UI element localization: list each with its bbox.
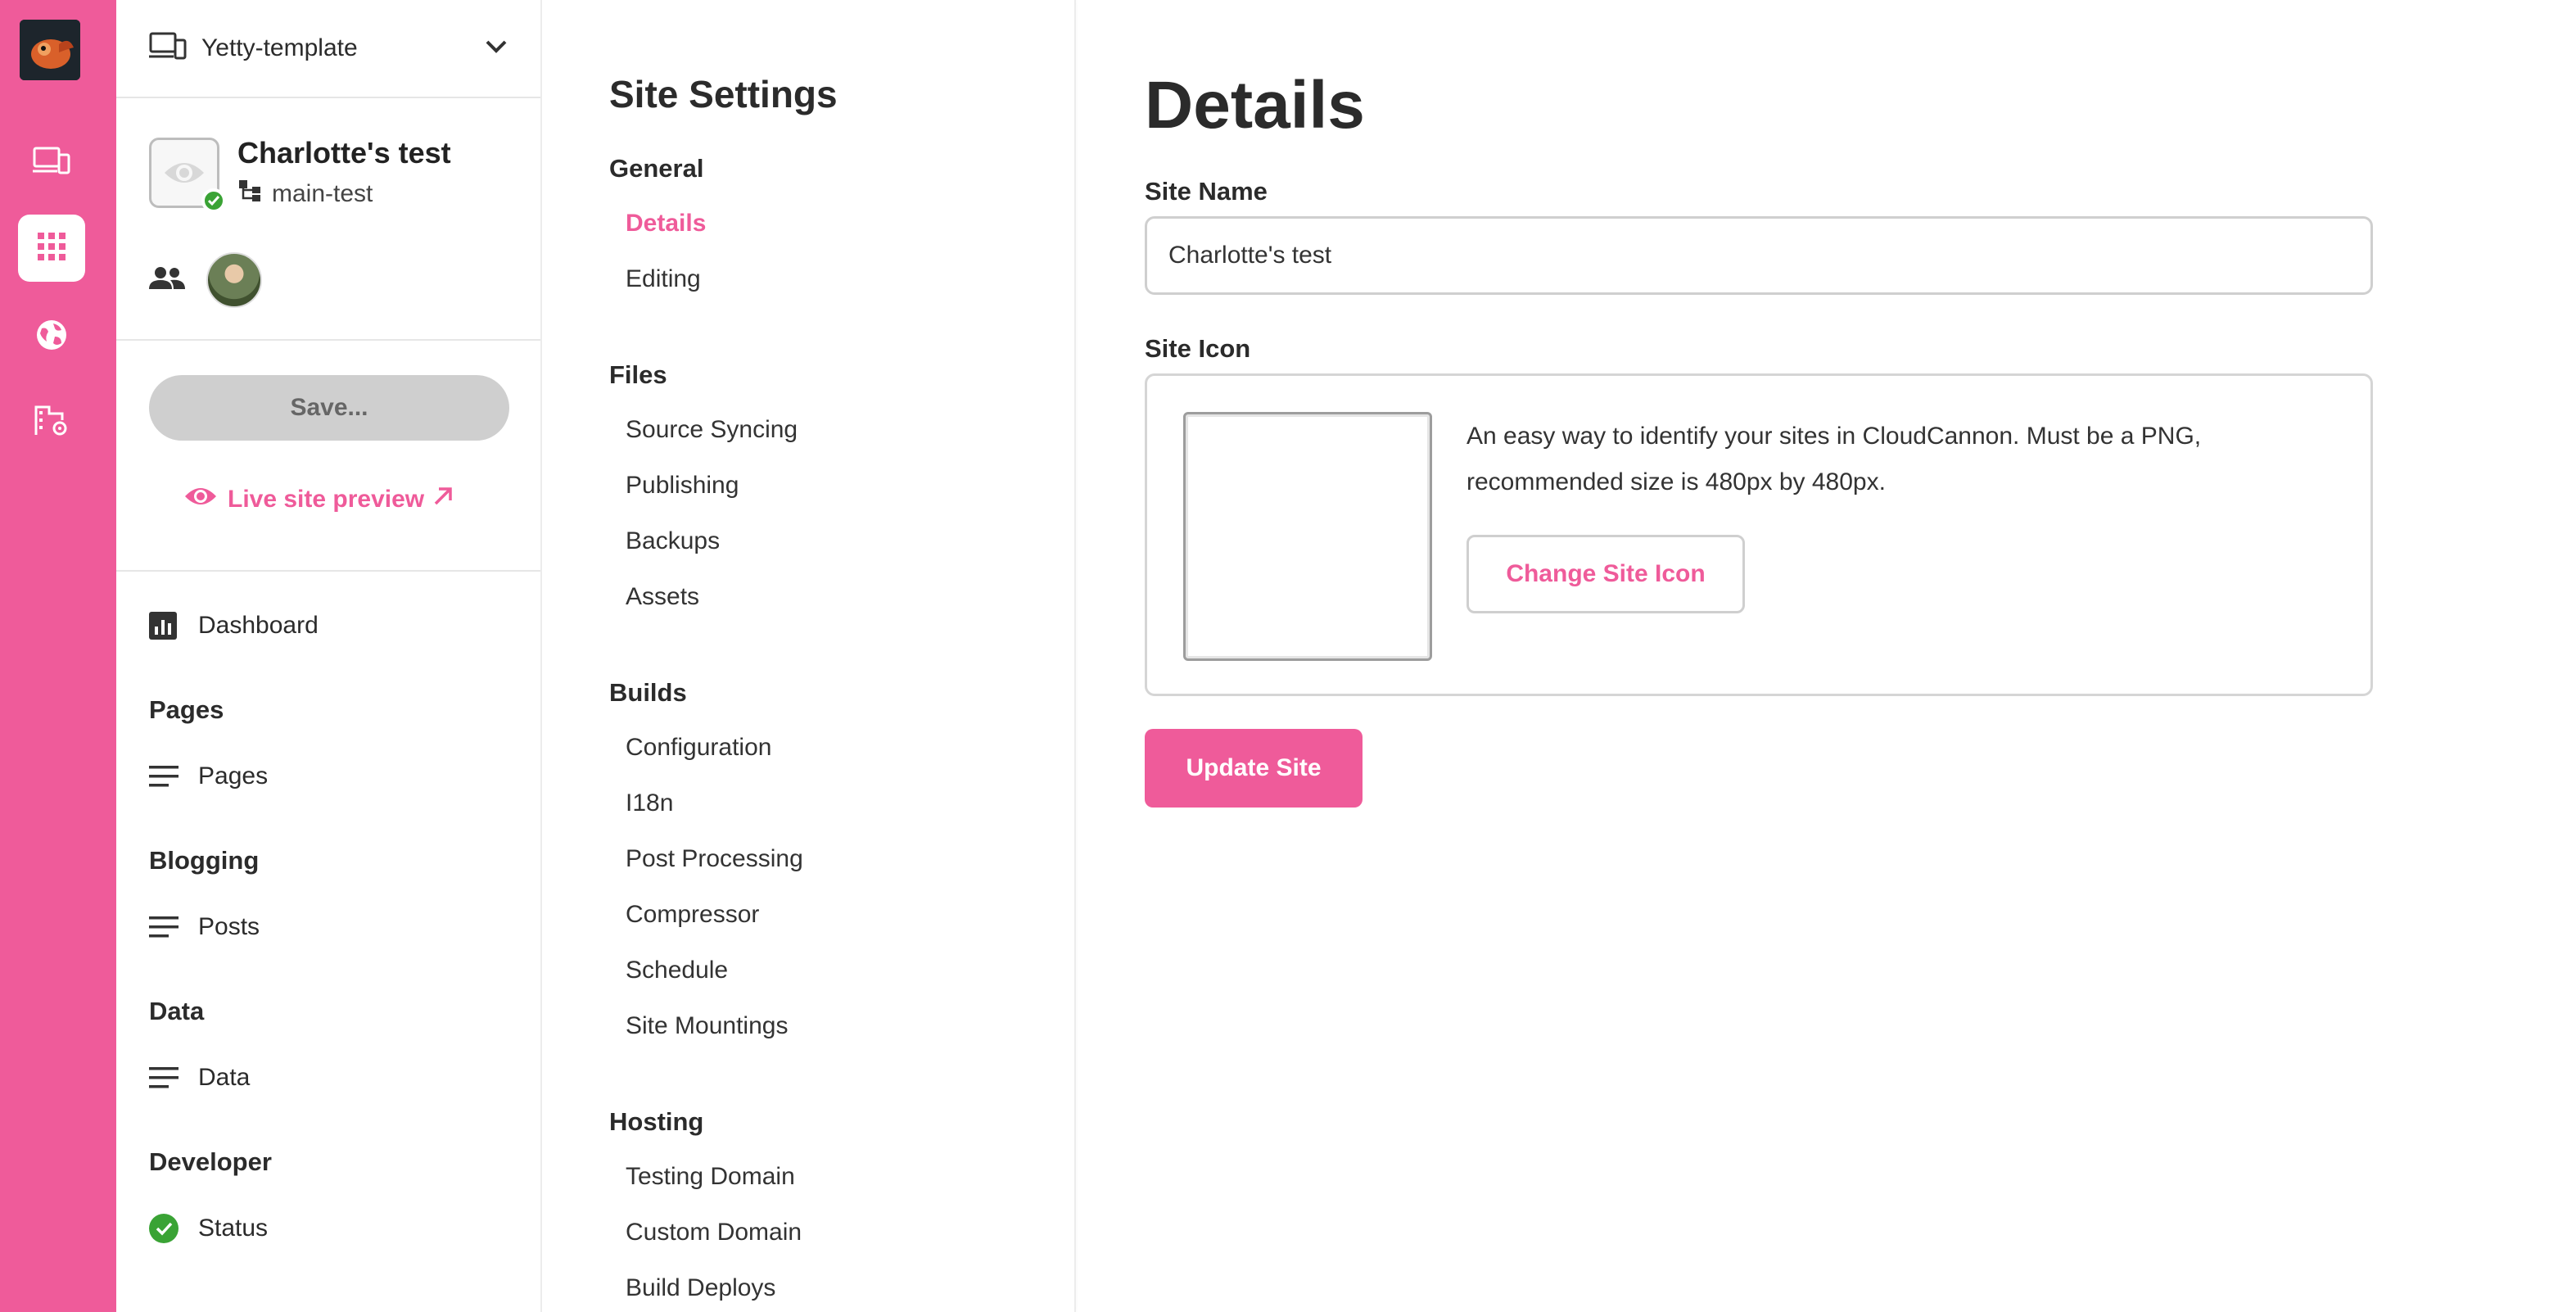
settings-link-compressor[interactable]: Compressor <box>626 901 759 929</box>
team-member-avatar[interactable] <box>206 252 262 308</box>
sidebar-item-label: Posts <box>198 913 260 940</box>
settings-link-build-deploys[interactable]: Build Deploys <box>626 1274 775 1302</box>
settings-group-builds: Builds <box>609 678 687 707</box>
sidebar-item-label: Data <box>198 1064 251 1091</box>
chevron-down-icon[interactable] <box>485 39 508 58</box>
update-site-button[interactable]: Update Site <box>1145 729 1363 808</box>
rail-globe-button[interactable] <box>18 303 85 370</box>
sidebar-item-dashboard[interactable]: Dashboard <box>116 593 540 658</box>
settings-group-hosting: Hosting <box>609 1107 704 1136</box>
rail-apps-button[interactable] <box>18 215 85 282</box>
settings-link-source-syncing[interactable]: Source Syncing <box>626 416 798 444</box>
site-name-label: Site Name <box>1145 177 1268 206</box>
sidebar-item-label: Pages <box>198 762 269 789</box>
page-title: Details <box>1145 68 1365 143</box>
sidebar-item-posts[interactable]: Posts <box>116 894 540 960</box>
people-icon[interactable] <box>149 266 185 295</box>
sidebar-item-label: Status <box>198 1215 269 1242</box>
nav-heading-pages: Pages <box>149 695 224 724</box>
sidebar-item-pages[interactable]: Pages <box>116 744 540 809</box>
site-branch: main-test <box>237 179 373 210</box>
check-circle-icon <box>149 1214 182 1243</box>
settings-link-details[interactable]: Details <box>626 210 706 238</box>
lines-icon <box>149 766 182 787</box>
settings-link-schedule[interactable]: Schedule <box>626 957 728 984</box>
nav-heading-developer: Developer <box>149 1147 272 1176</box>
lines-icon <box>149 916 182 938</box>
rail-org-button[interactable] <box>18 388 85 455</box>
site-card: Charlotte's test main-test <box>116 98 540 341</box>
settings-group-files: Files <box>609 360 667 389</box>
app-rail <box>0 0 116 1312</box>
site-icon-help-line-2: recommended size is 480px by 480px. <box>1467 468 1886 495</box>
branch-name: main-test <box>272 180 373 207</box>
settings-title: Site Settings <box>609 73 838 115</box>
site-name-input[interactable] <box>1145 216 2373 295</box>
site-team <box>149 252 262 308</box>
site-icon-preview <box>1183 412 1432 661</box>
site-settings-nav: Site Settings General Details Editing Fi… <box>542 0 1076 1312</box>
user-avatar[interactable] <box>20 20 80 80</box>
external-arrow-icon <box>432 486 454 513</box>
site-icon-label: Site Icon <box>1145 334 1251 363</box>
nav-heading-blogging: Blogging <box>149 846 260 875</box>
site-sidebar: Yetty-template Charlotte's test main-tes… <box>116 0 542 1312</box>
site-switcher-label: Yetty-template <box>201 34 358 61</box>
devices-icon <box>149 32 187 66</box>
org-settings-icon <box>34 404 69 441</box>
settings-group-general: General <box>609 154 704 183</box>
settings-link-custom-domain[interactable]: Custom Domain <box>626 1219 802 1246</box>
save-button[interactable]: Save... <box>149 375 509 441</box>
site-icon-help: An easy way to identify your sites in Cl… <box>1467 414 2318 505</box>
live-site-preview-label: Live site preview <box>228 486 425 513</box>
settings-link-site-mountings[interactable]: Site Mountings <box>626 1012 788 1040</box>
site-ok-badge <box>201 188 226 213</box>
settings-link-testing-domain[interactable]: Testing Domain <box>626 1163 795 1191</box>
details-panel: Details Site Name Site Icon An easy way … <box>1078 0 2576 1312</box>
sidebar-item-status[interactable]: Status <box>116 1196 540 1261</box>
settings-link-post-processing[interactable]: Post Processing <box>626 845 803 873</box>
site-icon-panel: An easy way to identify your sites in Cl… <box>1145 373 2373 696</box>
sidebar-nav: Dashboard Pages Pages Blogging Posts Dat… <box>116 572 540 1261</box>
settings-link-publishing[interactable]: Publishing <box>626 472 739 500</box>
branch-icon <box>237 179 262 210</box>
apps-grid-icon <box>38 232 66 265</box>
settings-link-configuration[interactable]: Configuration <box>626 734 771 762</box>
rail-sites-button[interactable] <box>18 129 85 197</box>
live-site-preview-link[interactable]: Live site preview <box>183 485 454 514</box>
globe-icon <box>35 319 68 355</box>
settings-link-backups[interactable]: Backups <box>626 527 720 555</box>
save-area: Save... Live site preview <box>116 341 540 572</box>
lines-icon <box>149 1067 182 1088</box>
sidebar-item-data[interactable]: Data <box>116 1045 540 1111</box>
change-site-icon-button[interactable]: Change Site Icon <box>1467 535 1745 613</box>
dashboard-icon <box>149 612 182 640</box>
nav-heading-data: Data <box>149 997 205 1025</box>
settings-link-i18n[interactable]: I18n <box>626 789 673 817</box>
eye-icon <box>183 485 218 514</box>
settings-link-editing[interactable]: Editing <box>626 265 701 293</box>
devices-icon <box>33 145 70 182</box>
site-name: Charlotte's test <box>237 136 451 170</box>
sidebar-item-label: Dashboard <box>198 612 319 639</box>
site-switcher[interactable]: Yetty-template <box>116 0 540 98</box>
settings-link-assets[interactable]: Assets <box>626 583 699 611</box>
site-icon-help-line-1: An easy way to identify your sites in Cl… <box>1467 423 2202 450</box>
